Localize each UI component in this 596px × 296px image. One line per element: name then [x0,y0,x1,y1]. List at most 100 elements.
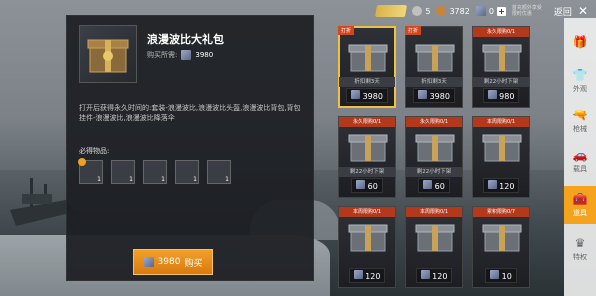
hanger-icon: 👕 [572,68,588,82]
included-item[interactable]: 1 [78,158,103,184]
time-remaining: 剩22小时下架 [339,167,395,177]
limit-header: 本周限购0/1 [339,207,395,217]
item-price: 120 [339,268,395,283]
chest-icon [482,134,522,162]
tab-gift[interactable]: 🎁 [564,24,596,62]
uc-icon [418,90,428,99]
bp-value: 3782 [449,6,470,16]
time-remaining: 剩22小时下架 [406,167,462,177]
chest-icon [482,224,522,252]
time-remaining: 折扣剩3天 [339,77,395,87]
uc-icon [420,270,430,279]
buy-button[interactable]: 3980 购买 [133,249,213,275]
item-detail-panel: 浪漫波比大礼包 购买所需: 3980 打开后获得永久时间的:套装-浪漫波比,浪漫… [66,15,314,281]
tab-label: 枪械 [573,125,587,133]
shop-item-grid: 打折 折扣剩3天 3980 打折 折扣剩3天 3980 永久限购0/1 剩22小时下… [338,26,530,296]
back-button[interactable]: 返回 [548,5,572,18]
tab-car[interactable]: 🚗 载具 [564,142,596,180]
tab-crown[interactable]: ♛ 特权 [564,230,596,268]
tab-label: 载具 [573,165,587,173]
limit-header: 永久限购0/1 [473,27,529,37]
gift-box-icon [87,39,129,73]
car-icon: 🚗 [572,148,588,162]
category-tabs: 🎁 👕 外观 🔫 枪械 🚗 载具 🧰 道具 ♛ 特权 [564,18,596,296]
uc-icon [487,180,497,189]
corgi-icon [415,44,455,72]
tab-label: 外观 [573,85,587,93]
gun-icon: 🔫 [572,108,588,122]
limit-header: 本周限购0/1 [473,117,529,127]
item-price: 60 [406,178,462,193]
close-icon[interactable]: ✕ [578,4,588,18]
crown-icon: ♛ [574,236,586,250]
chest-icon [415,224,455,252]
item-price: 60 [339,178,395,193]
included-item[interactable]: 1 [111,160,135,184]
item-price: 10 [473,268,529,283]
shop-item-card[interactable]: 本周限购0/1 120 [338,206,396,288]
included-label: 必得物品: [79,147,110,155]
limit-header: 永久限购0/1 [406,117,462,127]
uc-icon [353,270,363,279]
shop-item-card[interactable]: 永久限购0/1 剩22小时下架 60 [338,116,396,198]
price-value: 3980 [195,51,214,59]
shop-item-card[interactable]: 永久限购0/1 剩22小时下架 980 [472,26,530,108]
shop-item-card[interactable]: 本周限购0/1 120 [405,206,463,288]
uc-icon [356,180,366,189]
coin-currency: 5 [412,6,430,16]
uc-icon [181,50,192,60]
coin-value: 5 [425,6,431,16]
uc-icon [351,90,361,99]
tab-item[interactable]: 🧰 道具 [564,186,596,224]
included-item[interactable]: 1 [143,160,167,184]
shop-item-card[interactable]: 打折 折扣剩3天 3980 [405,26,463,108]
included-item[interactable]: 1 [175,160,199,184]
uc-icon [487,90,497,99]
limit-header: 累积限购0/7 [473,207,529,217]
add-uc-button[interactable]: + [496,6,506,16]
uc-currency: 0 + [475,6,506,16]
item-price: 3980 [339,88,395,103]
gift-box-preview [79,25,137,83]
discount-badge: 打折 [405,26,422,35]
uc-icon [490,270,500,279]
tab-hanger[interactable]: 👕 外观 [564,62,596,100]
included-items: 1 1 1 1 1 [78,158,231,184]
shop-item-card[interactable]: 累积限购0/7 10 [472,206,530,288]
ticket-icon[interactable] [375,5,408,17]
limit-header: 本周限购0/1 [406,207,462,217]
price-row: 购买所需: 3980 [147,50,213,60]
first-charge-note[interactable]: 首充额外享受 限时优惠 [512,5,542,17]
bp-currency: 3782 [436,6,470,16]
item-price: 120 [473,178,529,193]
limit-header: 永久限购0/1 [339,117,395,127]
shop-item-card[interactable]: 永久限购0/1 剩22小时下架 60 [405,116,463,198]
item-price: 120 [406,268,462,283]
gift-box-icon [482,44,522,72]
item-description: 打开后获得永久时间的:套装-浪漫波比,浪漫波比头盔,浪漫波比背包,背包挂件-浪漫… [79,104,301,122]
time-remaining: 剩22小时下架 [473,77,529,87]
item-price: 980 [473,88,529,103]
uc-icon [143,257,154,267]
buy-label: 购买 [184,258,203,269]
buy-price: 3980 [157,257,181,267]
currency-bar: 5 3782 0 + 首充额外享受 限时优惠 返回 ✕ [375,2,588,20]
chest-icon [415,134,455,162]
tab-gun[interactable]: 🔫 枪械 [564,102,596,140]
discount-badge: 打折 [338,26,355,35]
shop-item-card[interactable]: 打折 折扣剩3天 3980 [338,26,396,108]
shop-item-card[interactable]: 本周限购0/1 120 [472,116,530,198]
time-remaining: 折扣剩3天 [406,77,462,87]
included-item[interactable]: 1 [207,160,231,184]
gift-icon: 🎁 [572,35,588,49]
price-label: 购买所需: [147,51,178,59]
uc-icon [475,6,486,16]
chest-icon [348,134,388,162]
item-icon: 🧰 [572,192,588,206]
uc-icon [423,180,433,189]
gift-box-icon [348,44,388,72]
tab-label: 道具 [573,209,587,217]
uc-value: 0 [488,6,494,16]
item-title: 浪漫波比大礼包 [147,33,224,46]
silver-coin-icon [412,6,423,16]
